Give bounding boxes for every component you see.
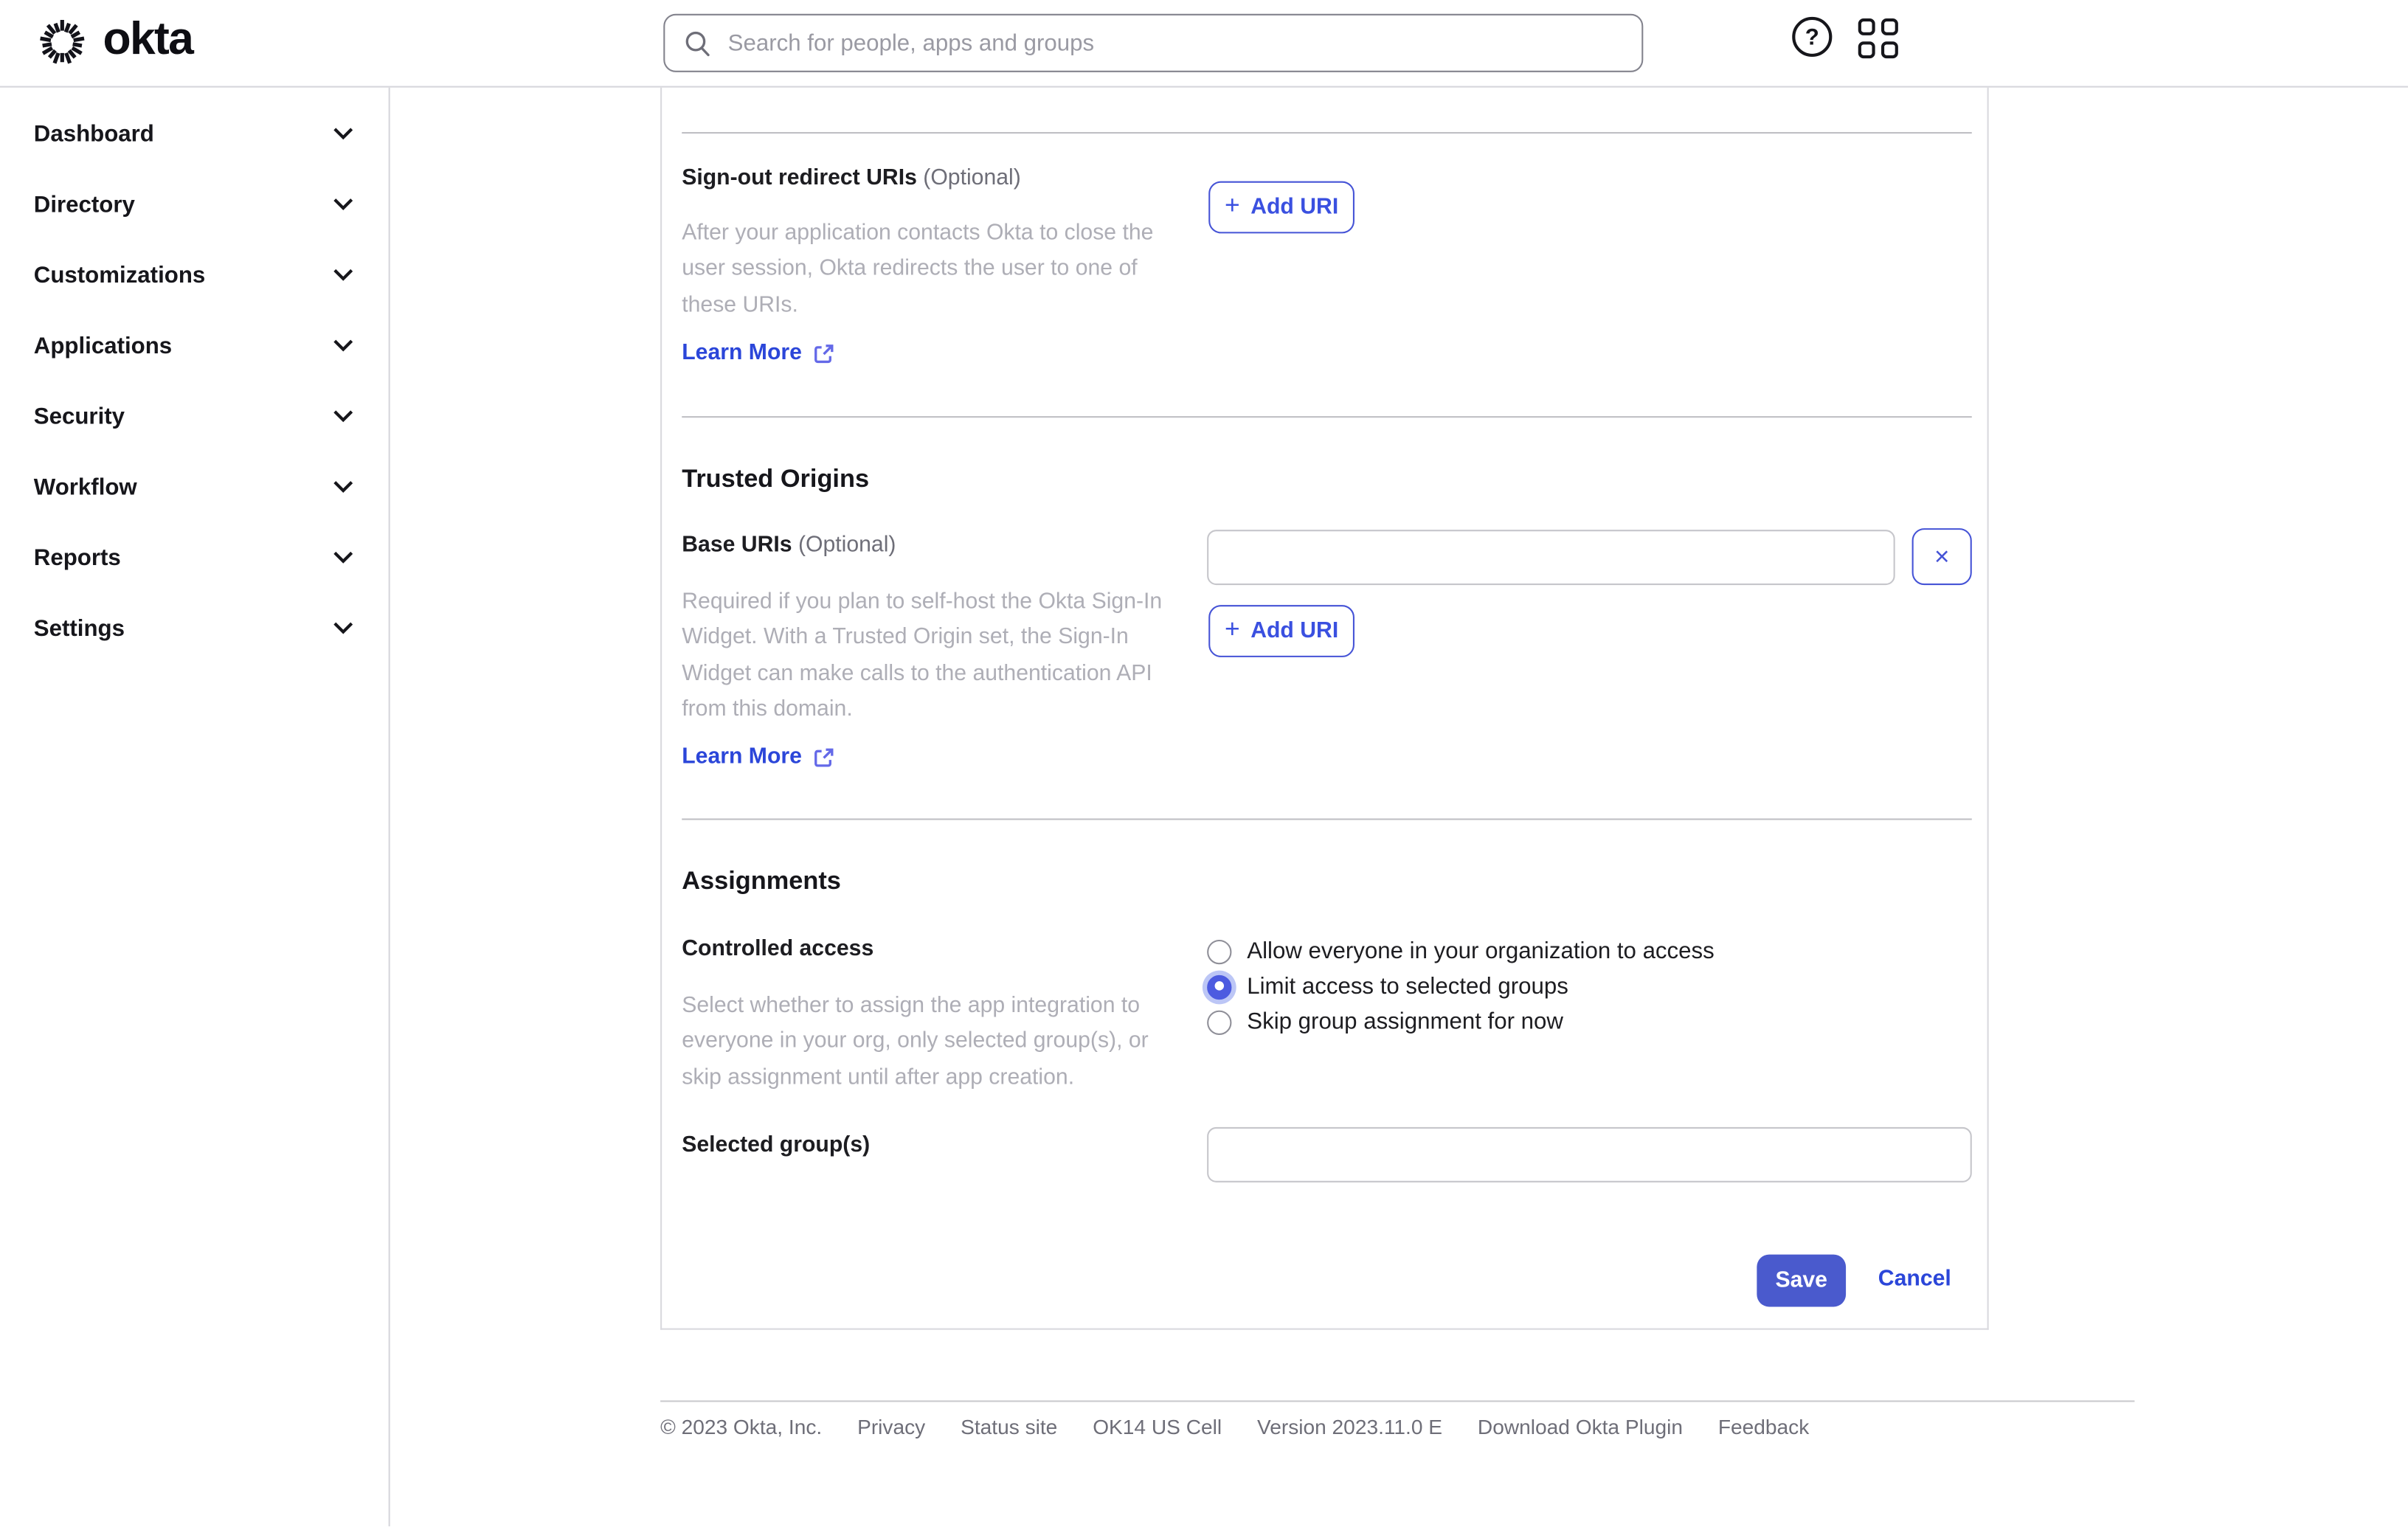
sidebar-item-reports[interactable]: Reports [0, 522, 389, 593]
sidebar-item-directory[interactable]: Directory [0, 169, 389, 240]
signout-redirect-uris-label: Sign-out redirect URIs (Optional) [682, 166, 1021, 190]
optional-tag: (Optional) [923, 165, 1021, 191]
external-link-icon [814, 344, 834, 363]
trusted-origins-add-uri-button[interactable]: + Add URI [1208, 605, 1354, 657]
radio-option-allow-everyone[interactable]: Allow everyone in your organization to a… [1207, 934, 1715, 969]
close-icon: × [1934, 541, 1950, 572]
chevron-down-icon [333, 339, 353, 352]
radio-option-skip-assignment[interactable]: Skip group assignment for now [1207, 1004, 1715, 1039]
footer-copyright: © 2023 Okta, Inc. [660, 1416, 823, 1439]
chevron-down-icon [333, 269, 353, 281]
app-settings-card: Sign-out redirect URIs (Optional) After … [660, 87, 1989, 1330]
radio-option-limit-access[interactable]: Limit access to selected groups [1207, 969, 1715, 1004]
radio-option-label: Allow everyone in your organization to a… [1247, 938, 1715, 965]
external-link-icon [814, 747, 834, 766]
footer-cell-info: OK14 US Cell [1093, 1416, 1222, 1439]
chevron-down-icon [333, 410, 353, 423]
sidebar-item-label: Customizations [33, 261, 206, 288]
radio-button[interactable] [1207, 974, 1232, 1000]
base-uri-input[interactable] [1207, 530, 1895, 586]
footer: © 2023 Okta, Inc. Privacy Status site OK… [660, 1416, 1809, 1438]
sidebar-item-security[interactable]: Security [0, 381, 389, 451]
chevron-down-icon [333, 551, 353, 564]
save-button[interactable]: Save [1757, 1254, 1847, 1307]
sidebar-item-label: Security [33, 403, 125, 429]
radio-button[interactable] [1207, 1009, 1232, 1034]
signout-learn-more-link[interactable]: Learn More [682, 341, 836, 365]
top-header: okta ? [0, 0, 2408, 88]
okta-logo-icon [40, 20, 85, 64]
sidebar-item-customizations[interactable]: Customizations [0, 240, 389, 311]
selected-groups-label: Selected group(s) [682, 1133, 871, 1158]
field-label-text: Sign-out redirect URIs [682, 165, 917, 191]
okta-admin-page: okta ? Dashboard Directory Customization… [0, 0, 2408, 1527]
sidebar-item-dashboard[interactable]: Dashboard [0, 98, 389, 169]
sidebar-item-applications[interactable]: Applications [0, 310, 389, 381]
footer-link-privacy[interactable]: Privacy [857, 1416, 925, 1438]
plus-icon: + [1224, 190, 1240, 220]
trusted-origins-learn-more-link[interactable]: Learn More [682, 745, 836, 769]
okta-wordmark: okta [103, 13, 193, 64]
search-icon [685, 30, 710, 56]
chevron-down-icon [333, 198, 353, 211]
controlled-access-description: Select whether to assign the app integra… [682, 993, 1149, 1090]
sidebar-item-settings[interactable]: Settings [0, 592, 389, 663]
footer-version: Version 2023.11.0 E [1257, 1416, 1443, 1439]
search-input[interactable] [712, 30, 1642, 56]
sidebar-item-label: Directory [33, 191, 135, 218]
radio-option-label: Limit access to selected groups [1247, 973, 1568, 1000]
section-divider [682, 132, 1972, 134]
trusted-origins-heading: Trusted Origins [682, 465, 870, 494]
help-glyph: ? [1805, 24, 1819, 50]
sidebar-item-label: Dashboard [33, 120, 154, 147]
sidebar-item-label: Workflow [33, 474, 137, 500]
grid-cell [1880, 41, 1897, 58]
apps-grid-icon[interactable] [1858, 18, 1898, 58]
grid-cell [1858, 18, 1875, 35]
sidebar: Dashboard Directory Customizations Appli… [0, 87, 390, 1527]
controlled-access-radio-group: Allow everyone in your organization to a… [1207, 934, 1715, 1040]
sidebar-item-label: Reports [33, 544, 121, 571]
help-icon[interactable]: ? [1792, 16, 1833, 58]
learn-more-text: Learn More [682, 341, 802, 366]
signout-add-uri-button[interactable]: + Add URI [1208, 181, 1354, 234]
remove-uri-button[interactable]: × [1911, 528, 1972, 586]
learn-more-text: Learn More [682, 744, 802, 769]
sidebar-item-label: Applications [33, 332, 173, 359]
radio-option-label: Skip group assignment for now [1247, 1008, 1563, 1035]
grid-cell [1880, 18, 1897, 35]
footer-link-download-plugin[interactable]: Download Okta Plugin [1478, 1416, 1683, 1438]
add-uri-text: Add URI [1250, 618, 1339, 644]
plus-icon: + [1224, 614, 1240, 644]
section-divider [682, 416, 1972, 418]
okta-brand: okta [37, 13, 194, 68]
selected-groups-input[interactable] [1207, 1126, 1972, 1183]
trusted-origins-description: Required if you plan to self-host the Ok… [682, 589, 1163, 722]
footer-divider [660, 1400, 2135, 1402]
optional-tag: (Optional) [798, 533, 896, 558]
footer-link-feedback[interactable]: Feedback [1718, 1416, 1809, 1438]
radio-button[interactable] [1207, 938, 1232, 964]
global-search[interactable] [663, 13, 1644, 72]
chevron-down-icon [333, 481, 353, 494]
grid-cell [1858, 41, 1875, 58]
sidebar-item-workflow[interactable]: Workflow [0, 451, 389, 522]
footer-link-status-site[interactable]: Status site [961, 1416, 1057, 1438]
chevron-down-icon [333, 128, 353, 140]
base-uris-label: Base URIs (Optional) [682, 533, 896, 557]
section-divider [682, 818, 1972, 820]
chevron-down-icon [333, 622, 353, 634]
cancel-button[interactable]: Cancel [1878, 1267, 1951, 1291]
field-label-text: Base URIs [682, 533, 792, 558]
assignments-heading: Assignments [682, 868, 841, 896]
sidebar-item-label: Settings [33, 614, 125, 642]
signout-description: After your application contacts Okta to … [682, 221, 1154, 318]
add-uri-text: Add URI [1250, 195, 1339, 220]
controlled-access-label: Controlled access [682, 936, 874, 962]
